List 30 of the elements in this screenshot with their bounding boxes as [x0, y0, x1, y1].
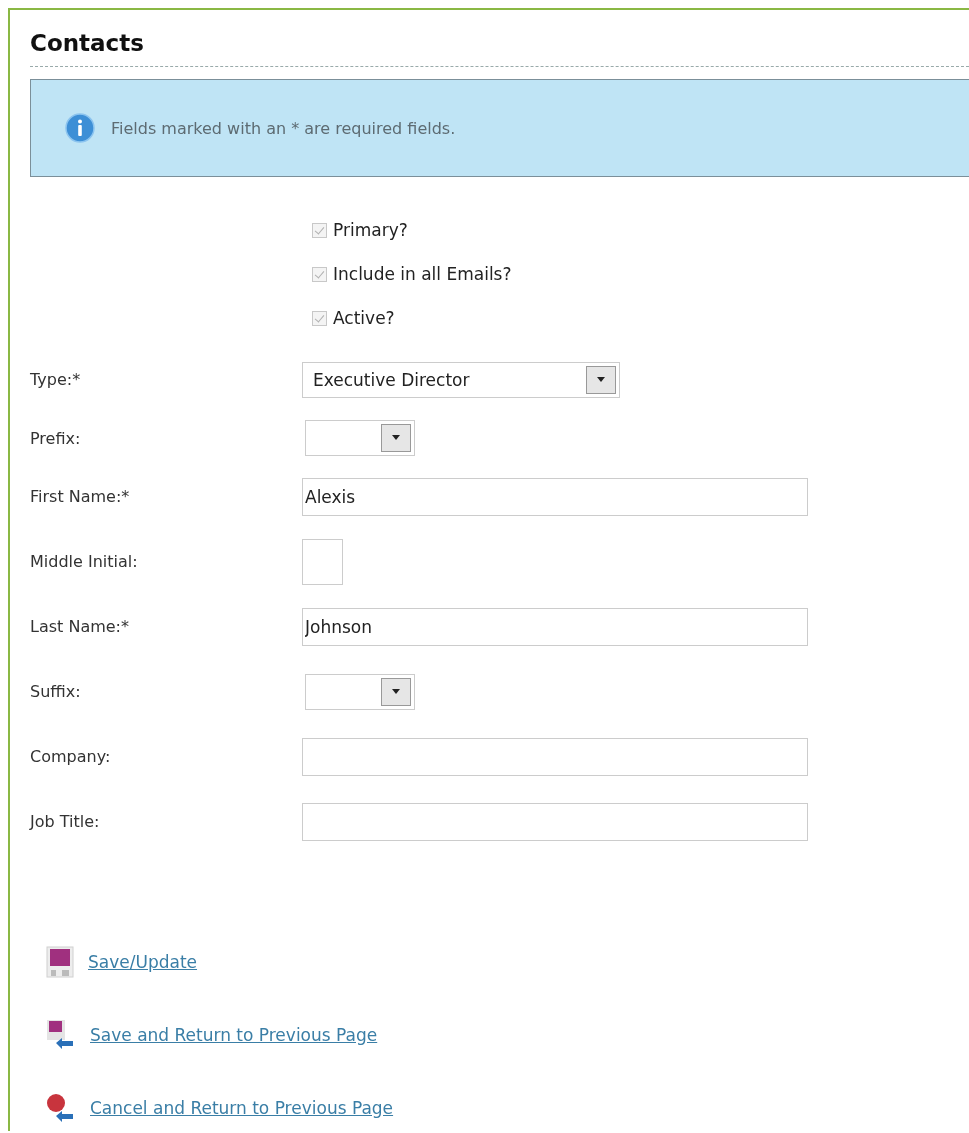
field-label: Prefix: [30, 428, 82, 448]
page-title: Contacts [30, 29, 145, 58]
field-label: Type:* [30, 370, 82, 389]
field-label: Middle Initial: [30, 552, 139, 571]
caret-icon [381, 424, 411, 452]
save-return-icon [46, 1018, 76, 1051]
action-link[interactable]: Cancel and Return to Previous Page [90, 1097, 394, 1118]
input-field[interactable]: Alexis [302, 477, 808, 516]
field-label: Company: [30, 747, 112, 766]
dropdown[interactable]: Executive Director [302, 361, 620, 398]
input-field[interactable] [302, 802, 808, 841]
info-icon [65, 113, 95, 143]
notice-text: Fields marked with an * are required fields. [111, 118, 456, 138]
caret-icon [381, 677, 411, 706]
action-link[interactable]: Save/Update [88, 951, 198, 972]
checkbox-label: Include in all Emails? [333, 264, 512, 284]
dropdown[interactable] [305, 420, 415, 456]
field-label: First Name:* [30, 487, 131, 506]
field-label: Last Name:* [30, 617, 130, 636]
input-field[interactable] [302, 538, 343, 585]
caret-icon [586, 365, 616, 394]
dropdown[interactable] [305, 673, 415, 710]
field-label: Suffix: [30, 682, 82, 701]
action-link[interactable]: Save and Return to Previous Page [90, 1024, 378, 1045]
save-icon [46, 945, 74, 978]
input-field[interactable] [302, 737, 808, 776]
cancel-return-icon [46, 1091, 76, 1124]
checkbox-label: Active? [333, 308, 395, 328]
checkbox-label: Primary? [333, 220, 408, 240]
field-label: Job Title: [30, 812, 101, 831]
